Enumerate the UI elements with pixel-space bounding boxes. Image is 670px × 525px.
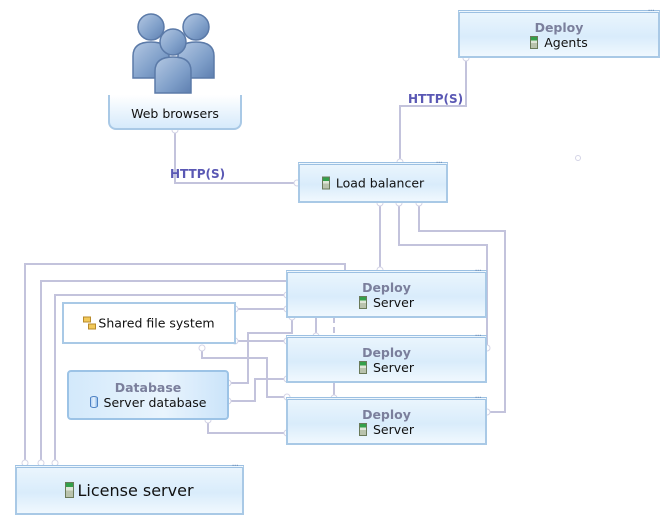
web-browsers-node[interactable]: Web browsers <box>108 95 242 130</box>
more-options-icon[interactable]: ··· <box>231 462 238 472</box>
database-label: Server database <box>103 395 207 410</box>
shared-file-system-label: Shared file system <box>98 315 215 331</box>
server-stereotype: Deploy <box>362 344 411 360</box>
connection-wires <box>21 54 581 467</box>
users-icon <box>132 13 215 94</box>
server-icon <box>359 422 367 436</box>
agents-stereotype: Deploy <box>534 19 584 35</box>
wire-db-server3 <box>207 420 287 434</box>
server-icon <box>65 481 75 498</box>
more-options-icon[interactable]: ··· <box>474 332 481 342</box>
load-balancer-node[interactable]: ··· Load balancer <box>298 159 448 203</box>
wire-agents-lb <box>399 58 467 162</box>
deploy-server-node[interactable]: ··· Deploy Server <box>286 332 487 383</box>
load-balancer-label: Load balancer <box>335 175 425 191</box>
more-options-icon[interactable]: ··· <box>435 159 442 169</box>
agents-label: Agents <box>544 34 588 50</box>
more-options-icon[interactable]: ··· <box>647 7 654 17</box>
deploy-server-node[interactable]: ··· Deploy Server <box>286 394 487 445</box>
shared-file-system-node[interactable]: Shared file system <box>62 302 236 344</box>
protocol-label-agents: HTTP(S) <box>408 92 464 106</box>
web-browsers-label: Web browsers <box>131 106 219 121</box>
server-icon <box>321 176 330 190</box>
wire-db-server1 <box>228 317 293 384</box>
server-label: Server <box>373 294 414 310</box>
server-icon <box>359 295 367 309</box>
license-server-node[interactable]: ··· License server <box>15 462 244 515</box>
server-icon <box>359 360 367 374</box>
more-options-icon[interactable]: ··· <box>474 394 481 404</box>
agents-node[interactable]: ··· Deploy Agents <box>458 7 660 58</box>
deploy-server-node[interactable]: ··· Deploy Server <box>286 267 487 318</box>
server-label: Server <box>373 421 414 437</box>
database-stereotype: Database <box>114 380 182 395</box>
server-label: Server <box>373 359 414 375</box>
server-stereotype: Deploy <box>362 406 411 422</box>
protocol-label-browsers: HTTP(S) <box>170 167 226 181</box>
database-icon <box>89 396 98 408</box>
server-icon <box>530 35 539 49</box>
database-node[interactable]: Database Server database <box>67 370 229 420</box>
server-stereotype: Deploy <box>362 279 411 295</box>
more-options-icon[interactable]: ··· <box>474 267 481 277</box>
file-system-icon <box>83 316 97 330</box>
license-server-label: License server <box>77 480 194 500</box>
